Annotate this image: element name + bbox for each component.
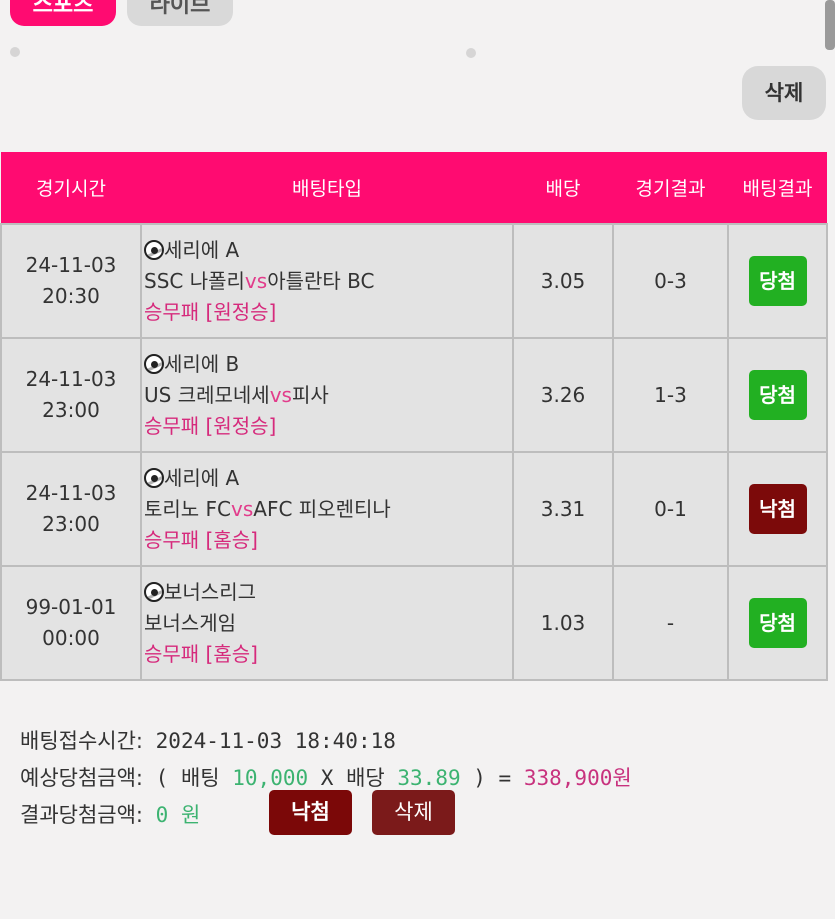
bet-result-cell: 낙첨	[727, 451, 828, 567]
score-cell: 1-3	[612, 337, 729, 453]
close-equals: ) =	[473, 766, 512, 790]
win-badge: 당첨	[748, 256, 807, 306]
match-date: 24-11-03	[25, 253, 117, 277]
market-label: 승무패 [홈승]	[144, 641, 258, 666]
bet-type-cell: 세리에 B US 크레모네세vs피사 승무패 [원정승]	[140, 337, 514, 453]
header-match-result: 경기결과	[613, 152, 728, 224]
league-name: 보너스리그	[164, 579, 256, 604]
score-cell: 0-1	[612, 451, 729, 567]
delete-bet-button[interactable]: 삭제	[372, 790, 455, 835]
odds-word: 배당	[346, 766, 385, 790]
match-date: 99-01-01	[25, 595, 117, 619]
watermark-dot	[466, 48, 476, 58]
match-time-cell: 24-11-03 20:30	[0, 223, 142, 339]
home-team: SSC 나폴리	[144, 268, 245, 293]
table-row: 24-11-03 20:30 세리에 A SSC 나폴리vs아틀란타 BC 승무패…	[0, 223, 828, 339]
bet-type-cell: 보너스리그 보너스게임 승무패 [홈승]	[140, 565, 514, 681]
bet-table: 경기시간 배팅타입 배당 경기결과 배팅결과 24-11-03 20:30 세리에…	[0, 152, 828, 681]
match-time: 23:00	[42, 512, 100, 536]
vs-label: vs	[231, 496, 254, 521]
table-header-row: 경기시간 배팅타입 배당 경기결과 배팅결과	[1, 152, 827, 224]
bet-time-value: 2024-11-03 18:40:18	[155, 729, 396, 753]
match-time: 20:30	[42, 284, 100, 308]
soccer-ball-icon	[144, 353, 164, 374]
table-row: 24-11-03 23:00 세리에 A 토리노 FCvsAFC 피오렌티나 승무…	[0, 451, 828, 567]
delete-button[interactable]: 삭제	[742, 66, 826, 120]
result-label: 결과당첨금액:	[20, 803, 143, 827]
header-odds: 배당	[513, 152, 613, 224]
away-team: 아틀란타 BC	[267, 268, 375, 293]
result-amount: 0 원	[155, 803, 201, 827]
market-label: 승무패 [홈승]	[144, 527, 258, 552]
league-name: 세리에 B	[164, 351, 240, 376]
tab-sports[interactable]: 스포츠	[10, 0, 116, 26]
header-bet-type: 배팅타입	[141, 152, 513, 224]
market-label: 승무패 [원정승]	[144, 299, 277, 324]
times-sign: X	[320, 766, 334, 790]
win-badge: 당첨	[748, 598, 807, 648]
result-payout-line: 결과당첨금액: 0 원	[20, 799, 200, 829]
odds-cell: 1.03	[512, 565, 614, 681]
total-odds: 33.89	[397, 766, 461, 790]
league-name: 세리에 A	[164, 465, 240, 490]
expected-payout-line: 예상당첨금액: ( 배팅 10,000 X 배당 33.89 ) = 338,9…	[20, 762, 632, 792]
bet-result-cell: 당첨	[727, 565, 828, 681]
scrollbar[interactable]	[825, 0, 835, 50]
vs-label: vs	[269, 382, 292, 407]
soccer-ball-icon	[144, 467, 164, 488]
away-team: AFC 피오렌티나	[253, 496, 391, 521]
soccer-ball-icon	[144, 581, 164, 602]
watermark-dot	[10, 47, 20, 57]
match-date: 24-11-03	[25, 481, 117, 505]
market-label: 승무패 [원정승]	[144, 413, 277, 438]
match-time-cell: 24-11-03 23:00	[0, 337, 142, 453]
score-cell: -	[612, 565, 729, 681]
odds-cell: 3.31	[512, 451, 614, 567]
win-badge: 당첨	[748, 370, 807, 420]
match-time: 00:00	[42, 626, 100, 650]
soccer-ball-icon	[144, 239, 164, 260]
bet-amount: 10,000	[232, 766, 309, 790]
match-time-cell: 99-01-01 00:00	[0, 565, 142, 681]
bet-result-cell: 당첨	[727, 337, 828, 453]
bet-type-cell: 세리에 A 토리노 FCvsAFC 피오렌티나 승무패 [홈승]	[140, 451, 514, 567]
away-team: 피사	[291, 382, 329, 407]
bet-word: 배팅	[180, 766, 220, 790]
match-time: 23:00	[42, 398, 100, 422]
home-team: 토리노 FC	[144, 496, 232, 521]
open-paren: (	[155, 766, 169, 790]
header-bet-result: 배팅결과	[728, 152, 827, 224]
vs-label: vs	[244, 268, 268, 293]
tab-live[interactable]: 라이브	[127, 0, 233, 26]
lose-status-button[interactable]: 낙첨	[269, 790, 352, 835]
odds-cell: 3.26	[512, 337, 614, 453]
score-cell: 0-3	[612, 223, 729, 339]
odds-cell: 3.05	[512, 223, 614, 339]
bet-result-cell: 당첨	[727, 223, 828, 339]
league-name: 세리에 A	[164, 237, 240, 262]
home-team: US 크레모네세	[144, 382, 270, 407]
table-row: 24-11-03 23:00 세리에 B US 크레모네세vs피사 승무패 [원정…	[0, 337, 828, 453]
header-match-time: 경기시간	[1, 152, 141, 224]
expected-amount: 338,900원	[523, 766, 632, 790]
table-row: 99-01-01 00:00 보너스리그 보너스게임 승무패 [홈승] 1.03 …	[0, 565, 828, 681]
lose-badge: 낙첨	[748, 484, 807, 534]
bet-time-line: 배팅접수시간: 2024-11-03 18:40:18	[20, 725, 396, 755]
expected-label: 예상당첨금액:	[20, 766, 143, 790]
home-team: 보너스게임	[144, 610, 236, 635]
bet-type-cell: 세리에 A SSC 나폴리vs아틀란타 BC 승무패 [원정승]	[140, 223, 514, 339]
match-time-cell: 24-11-03 23:00	[0, 451, 142, 567]
match-date: 24-11-03	[25, 367, 117, 391]
bet-time-label: 배팅접수시간:	[20, 729, 143, 753]
